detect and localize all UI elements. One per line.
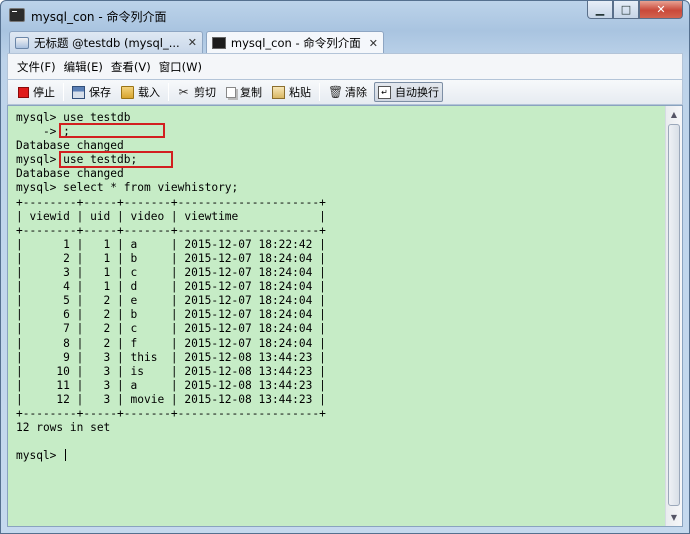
load-label: 载入 bbox=[138, 86, 160, 99]
cut-label: 剪切 bbox=[194, 86, 216, 99]
maximize-button[interactable]: □ bbox=[613, 1, 639, 19]
console-line: | 11 | 3 | a | 2015-12-08 13:44:23 | bbox=[16, 378, 326, 392]
save-button[interactable]: 保存 bbox=[69, 82, 114, 102]
console-line: | 5 | 2 | e | 2015-12-07 18:24:04 | bbox=[16, 294, 326, 308]
console-line: 12 rows in set bbox=[16, 421, 111, 435]
clear-label: 清除 bbox=[345, 86, 367, 99]
console-line: | 7 | 2 | c | 2015-12-07 18:24:04 | bbox=[16, 322, 326, 336]
save-icon bbox=[72, 85, 85, 99]
tab-label: mysql_con - 命令列介面 bbox=[230, 36, 361, 50]
title-bar[interactable]: mysql_con - 命令列介面 ▁ □ ✕ bbox=[1, 1, 689, 29]
toolbar-divider bbox=[319, 83, 320, 101]
console-line: +--------+-----+-------+----------------… bbox=[16, 406, 326, 420]
autowrap-toggle[interactable]: ↵ 自动换行 bbox=[374, 82, 443, 102]
scroll-up-arrow-icon[interactable]: ▲ bbox=[666, 106, 682, 123]
copy-label: 复制 bbox=[240, 86, 262, 99]
console-line: +--------+-----+-------+----------------… bbox=[16, 223, 326, 237]
close-button[interactable]: ✕ bbox=[639, 1, 683, 19]
terminal-icon bbox=[211, 37, 226, 49]
console-line: +--------+-----+-------+----------------… bbox=[16, 195, 326, 209]
console-line: | 1 | 1 | a | 2015-12-07 18:22:42 | bbox=[16, 237, 326, 251]
scroll-thumb[interactable] bbox=[668, 124, 680, 506]
tab-query[interactable]: 无标题 @testdb (mysql_... ✕ bbox=[9, 31, 203, 53]
console-line: | 9 | 3 | this | 2015-12-08 13:44:23 | bbox=[16, 350, 326, 364]
text-cursor bbox=[65, 449, 67, 462]
console-line: | viewid | uid | video | viewtime | bbox=[16, 209, 326, 223]
terminal-app-icon bbox=[9, 8, 25, 22]
stop-icon bbox=[18, 86, 29, 98]
scissors-icon: ✂ bbox=[178, 84, 189, 99]
paste-label: 粘贴 bbox=[289, 86, 311, 99]
menu-edit[interactable]: 编辑(E) bbox=[64, 59, 103, 75]
app-window: mysql_con - 命令列介面 ▁ □ ✕ 无标题 @testdb (mys… bbox=[0, 0, 690, 534]
console-line: Database changed bbox=[16, 167, 124, 181]
console-line: | 6 | 2 | b | 2015-12-07 18:24:04 | bbox=[16, 308, 326, 322]
highlight-box-use-testdb bbox=[59, 151, 173, 168]
tab-console[interactable]: mysql_con - 命令列介面 ✕ bbox=[205, 31, 384, 54]
console-line: | 4 | 1 | d | 2015-12-07 18:24:04 | bbox=[16, 280, 326, 294]
clipboard-icon bbox=[272, 85, 285, 99]
window-title: mysql_con - 命令列介面 bbox=[31, 10, 167, 24]
save-label: 保存 bbox=[89, 86, 111, 99]
menu-file[interactable]: 文件(F) bbox=[17, 59, 56, 75]
console-line: | 8 | 2 | f | 2015-12-07 18:24:04 | bbox=[16, 336, 326, 350]
folder-icon bbox=[121, 85, 134, 99]
toolbar-divider bbox=[168, 83, 169, 101]
console-output[interactable]: mysql> use testdb -> ; Database changed … bbox=[7, 105, 683, 527]
copy-button[interactable]: 复制 bbox=[223, 82, 265, 102]
tab-bar: 无标题 @testdb (mysql_... ✕ mysql_con - 命令列… bbox=[9, 31, 387, 54]
tab-close-icon[interactable]: ✕ bbox=[188, 36, 197, 49]
clear-button[interactable]: 🗑 清除 bbox=[325, 82, 370, 102]
minimize-button[interactable]: ▁ bbox=[587, 1, 613, 19]
tab-close-icon[interactable]: ✕ bbox=[369, 37, 378, 50]
stop-button[interactable]: 停止 bbox=[15, 82, 58, 102]
console-prompt-line[interactable]: mysql> bbox=[16, 449, 662, 463]
stop-label: 停止 bbox=[33, 86, 55, 99]
vertical-scrollbar[interactable]: ▲ ▼ bbox=[665, 106, 682, 526]
cut-button[interactable]: ✂ 剪切 bbox=[174, 82, 219, 102]
autowrap-label: 自动换行 bbox=[395, 86, 439, 99]
menu-bar: 文件(F) 编辑(E) 查看(V) 窗口(W) bbox=[7, 53, 683, 79]
toolbar-divider bbox=[63, 83, 64, 101]
paste-button[interactable]: 粘贴 bbox=[269, 82, 314, 102]
trash-icon: 🗑 bbox=[328, 84, 344, 99]
toolbar: 停止 保存 载入 ✂ 剪切 复制 粘贴 🗑 清除 ↵ 自动换行 bbox=[7, 79, 683, 105]
window-controls: ▁ □ ✕ bbox=[587, 1, 683, 19]
console-line: | 3 | 1 | c | 2015-12-07 18:24:04 | bbox=[16, 266, 326, 280]
load-button[interactable]: 载入 bbox=[118, 82, 163, 102]
console-line: | 10 | 3 | is | 2015-12-08 13:44:23 | bbox=[16, 364, 326, 378]
console-line: | 2 | 1 | b | 2015-12-07 18:24:04 | bbox=[16, 251, 326, 265]
wrap-icon: ↵ bbox=[378, 85, 391, 99]
copy-icon bbox=[226, 86, 236, 98]
console-prompt: mysql> bbox=[16, 449, 64, 463]
menu-view[interactable]: 查看(V) bbox=[111, 59, 151, 75]
tab-label: 无标题 @testdb (mysql_... bbox=[34, 35, 180, 50]
console-line: | 12 | 3 | movie | 2015-12-08 13:44:23 | bbox=[16, 392, 326, 406]
menu-window[interactable]: 窗口(W) bbox=[159, 59, 202, 75]
highlight-box-semicolon bbox=[59, 123, 165, 138]
scroll-down-arrow-icon[interactable]: ▼ bbox=[666, 509, 682, 526]
console-line: mysql> select * from viewhistory; bbox=[16, 181, 239, 195]
query-icon bbox=[15, 36, 29, 49]
